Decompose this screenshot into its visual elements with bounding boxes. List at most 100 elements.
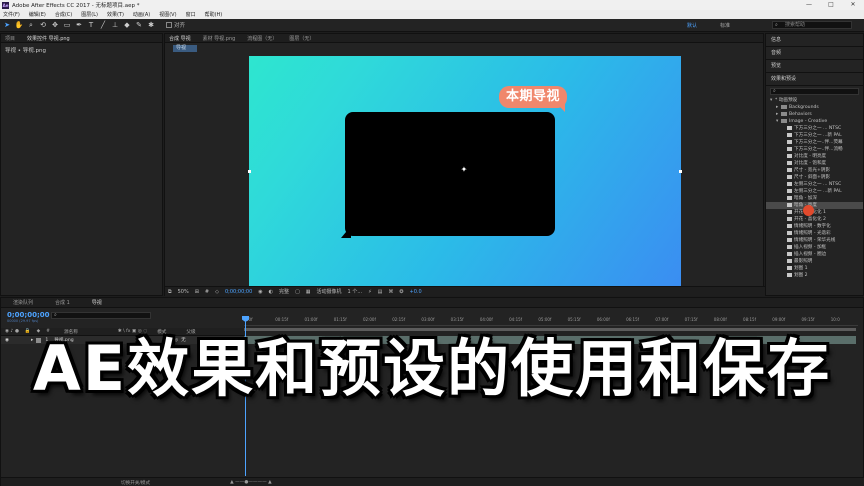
effects-tree-item[interactable]: 下方三分之一..伴...流畅 <box>766 146 863 153</box>
tab-layer[interactable]: 图层（无） <box>289 35 314 42</box>
snap-checkbox[interactable] <box>166 22 172 28</box>
layer-handle-right[interactable] <box>679 170 682 173</box>
effects-tree-item[interactable]: 插入视频 - 圈边 <box>766 251 863 258</box>
preview-panel-header[interactable]: 预览 <box>766 60 863 73</box>
effects-tree-item[interactable]: 情绪照明 - 光谐彩 <box>766 230 863 237</box>
safe-zones-icon[interactable]: ⊞ <box>195 289 199 295</box>
tab-project[interactable]: 项目 <box>5 35 15 42</box>
pen-tool-icon[interactable]: ✒ <box>74 20 84 30</box>
eraser-tool-icon[interactable]: ◆ <box>122 20 132 30</box>
comp-breadcrumb[interactable]: 导视 <box>173 45 197 52</box>
preset-icon <box>787 181 792 186</box>
zoom-tool-icon[interactable]: ⌕ <box>26 20 36 30</box>
menu-effect[interactable]: 效果(T) <box>107 11 124 18</box>
resolution-select[interactable]: 完整 <box>279 288 289 295</box>
effects-tree-item[interactable]: 开花 - 晶化化 1 <box>766 209 863 216</box>
effects-tree-item[interactable]: 对比度 - 饱和度 <box>766 160 863 167</box>
toggle-switches-modes[interactable]: 切换开关/模式 <box>121 480 150 486</box>
orbit-tool-icon[interactable]: ⟲ <box>38 20 48 30</box>
effects-tree-item[interactable]: 情绪照明 - 荣华光线 <box>766 237 863 244</box>
layer-handle-left[interactable] <box>248 170 251 173</box>
effects-tree-item[interactable]: 尺寸 - 宽光+阴影 <box>766 167 863 174</box>
grid-icon[interactable]: # <box>205 289 209 295</box>
minimize-button[interactable]: — <box>798 0 820 10</box>
tab-flowchart[interactable]: 流程图（无） <box>247 35 277 42</box>
tab-render-queue[interactable]: 渲染队列 <box>13 299 33 306</box>
move-under-tool-icon[interactable]: ✥ <box>50 20 60 30</box>
effects-tree-item[interactable]: ▸ Behaviors <box>766 111 863 118</box>
channel-icon[interactable]: ◐ <box>269 289 273 295</box>
mask-icon[interactable]: ◇ <box>215 289 219 295</box>
transparency-grid-icon[interactable]: ▦ <box>306 289 311 295</box>
effects-tree-item[interactable]: 尺寸 - 斜面+阴影 <box>766 174 863 181</box>
rect-tool-icon[interactable]: ▭ <box>62 20 72 30</box>
tab-effect-controls[interactable]: 效果控件 导视.png <box>27 35 70 42</box>
zoom-slider-icon[interactable]: ▲ ——●———— ▲ <box>230 480 272 485</box>
effects-tree-item[interactable]: 情绪照明 - 数字化 <box>766 223 863 230</box>
text-tool-icon[interactable]: T <box>86 20 96 30</box>
effects-tree-item[interactable]: 对比度 - 明亮度 <box>766 153 863 160</box>
flowchart-icon[interactable]: ⌘ <box>388 289 393 295</box>
hand-tool-icon[interactable]: ✋ <box>14 20 24 30</box>
effects-tree-item[interactable]: 下方三分之一 ...新 PAL <box>766 132 863 139</box>
effects-tree-item[interactable]: 暗角 - 加深 <box>766 195 863 202</box>
fast-preview-icon[interactable]: ⚡ <box>368 289 372 295</box>
effects-tree-item[interactable]: ▸ Backgrounds <box>766 104 863 111</box>
effects-tree-item[interactable]: 下方三分之一 ... NTSC <box>766 125 863 132</box>
menu-window[interactable]: 窗口 <box>186 11 196 18</box>
views-select[interactable]: 1 个... <box>348 288 363 295</box>
zoom-select[interactable]: 50% <box>178 289 189 295</box>
right-panel: 信息 音频 预览 效果和预设 ⌕ ▾ * 动画预设 ▸ Backgrounds ▸ Beh… <box>765 33 864 296</box>
menu-edit[interactable]: 编辑(E) <box>29 11 46 18</box>
search-help-input[interactable]: ⌕ 搜索帮助 <box>772 21 852 29</box>
anchor-point-icon[interactable]: ✦ <box>460 166 468 174</box>
time-ruler[interactable]: 00f 00:15f 01:00f 01:15f 02:00f 02:15f 03:00f 0… <box>244 316 858 326</box>
roi-icon[interactable]: ▢ <box>295 289 300 295</box>
audio-panel-header[interactable]: 音频 <box>766 47 863 60</box>
work-area-bar[interactable] <box>244 328 856 331</box>
effects-tree-item[interactable]: 划图 2 <box>766 272 863 279</box>
camera-select[interactable]: 活动摄像机 <box>317 288 342 295</box>
close-button[interactable]: ✕ <box>842 0 864 10</box>
stamp-tool-icon[interactable]: ⊥ <box>110 20 120 30</box>
menu-layer[interactable]: 图层(L) <box>81 11 98 18</box>
exposure-value[interactable]: +0.0 <box>410 289 422 295</box>
brush-tool-icon[interactable]: ╱ <box>98 20 108 30</box>
effects-tree-item[interactable]: 插入视频 - 加框 <box>766 244 863 251</box>
effects-search-input[interactable]: ⌕ <box>770 88 859 95</box>
effects-tree-item[interactable]: 划图 1 <box>766 265 863 272</box>
menu-composition[interactable]: 合成(C) <box>55 11 72 18</box>
menu-animation[interactable]: 动画(A) <box>133 11 150 18</box>
roto-tool-icon[interactable]: ✎ <box>134 20 144 30</box>
workspace-default-tab[interactable]: 默认 <box>687 22 697 29</box>
exposure-reset-icon[interactable]: ❂ <box>399 289 403 295</box>
effects-presets-header[interactable]: 效果和预设 <box>766 73 863 86</box>
effects-tree-item[interactable]: ▾ * 动画预设 <box>766 97 863 104</box>
effects-tree-item[interactable]: 最影照明 <box>766 258 863 265</box>
menu-view[interactable]: 视图(V) <box>159 11 176 18</box>
timeline-search-input[interactable]: ⌕ <box>51 312 151 319</box>
tab-composition[interactable]: 合成 导视 <box>169 35 191 42</box>
tab-footage[interactable]: 素材 导视.png <box>203 35 236 42</box>
puppet-tool-icon[interactable]: ✱ <box>146 20 156 30</box>
select-tool-icon[interactable]: ➤ <box>2 20 12 30</box>
menu-file[interactable]: 文件(F) <box>3 11 20 18</box>
workspace-standard-tab[interactable]: 标准 <box>720 22 730 29</box>
snapshot-icon[interactable]: ◉ <box>258 289 262 295</box>
maximize-button[interactable]: □ <box>820 0 842 10</box>
effects-tree-item[interactable]: ▾ Image - Creative <box>766 118 863 125</box>
menu-help[interactable]: 帮助(H) <box>205 11 223 18</box>
composition-viewer[interactable]: 本期导视 ✦ <box>249 56 681 296</box>
timeline-toggle-icon[interactable]: ▤ <box>378 289 383 295</box>
timeline-current-time[interactable]: 0;00;00;00 <box>7 311 50 319</box>
effects-tree-item[interactable]: 左侧三分之一 ...新 PAL <box>766 188 863 195</box>
tab-comp-1[interactable]: 合成 1 <box>55 299 70 306</box>
effects-tree-item[interactable]: 下方三分之一..伴...荧幕 <box>766 139 863 146</box>
effects-tree-item[interactable]: 暗角 - 亮度 <box>766 202 863 209</box>
effects-tree-item[interactable]: 左侧三分之一 ... NTSC <box>766 181 863 188</box>
viewer-timecode[interactable]: 0;00;00;00 <box>225 289 252 295</box>
tab-daoshi[interactable]: 导视 <box>92 299 102 306</box>
camera-view-icon[interactable]: ⧉ <box>168 289 172 295</box>
info-panel-header[interactable]: 信息 <box>766 34 863 47</box>
effects-tree-item[interactable]: 开花 - 晶化化 2 <box>766 216 863 223</box>
